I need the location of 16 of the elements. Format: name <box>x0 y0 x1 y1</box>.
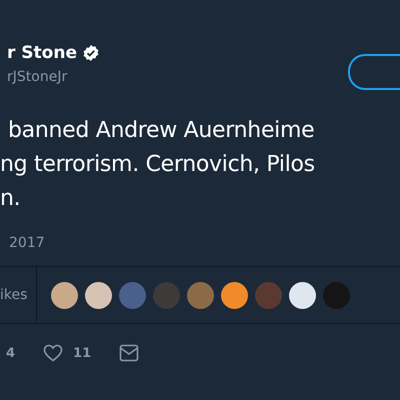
tweet-text: ng terrorism. Cernovich, Pilos <box>0 151 315 179</box>
like-count[interactable]: 11 <box>73 346 92 360</box>
avatar-icon[interactable] <box>85 282 112 308</box>
avatar-icon[interactable] <box>289 282 316 308</box>
avatar-icon[interactable] <box>51 282 78 308</box>
tweet-text: banned Andrew Auernheime <box>7 117 314 145</box>
heart-icon[interactable] <box>43 344 64 362</box>
author-name[interactable]: r Stone <box>7 43 77 63</box>
tweet-text: n. <box>0 185 20 213</box>
avatar-icon[interactable] <box>221 282 248 308</box>
likes-label[interactable]: ikes <box>0 287 36 303</box>
user-handle[interactable]: rJStoneJr <box>7 69 100 85</box>
tweet-date: 2017 <box>8 235 45 251</box>
follow-button[interactable] <box>348 54 400 90</box>
envelope-icon[interactable] <box>119 344 140 362</box>
retweet-count[interactable]: 4 <box>6 346 16 360</box>
